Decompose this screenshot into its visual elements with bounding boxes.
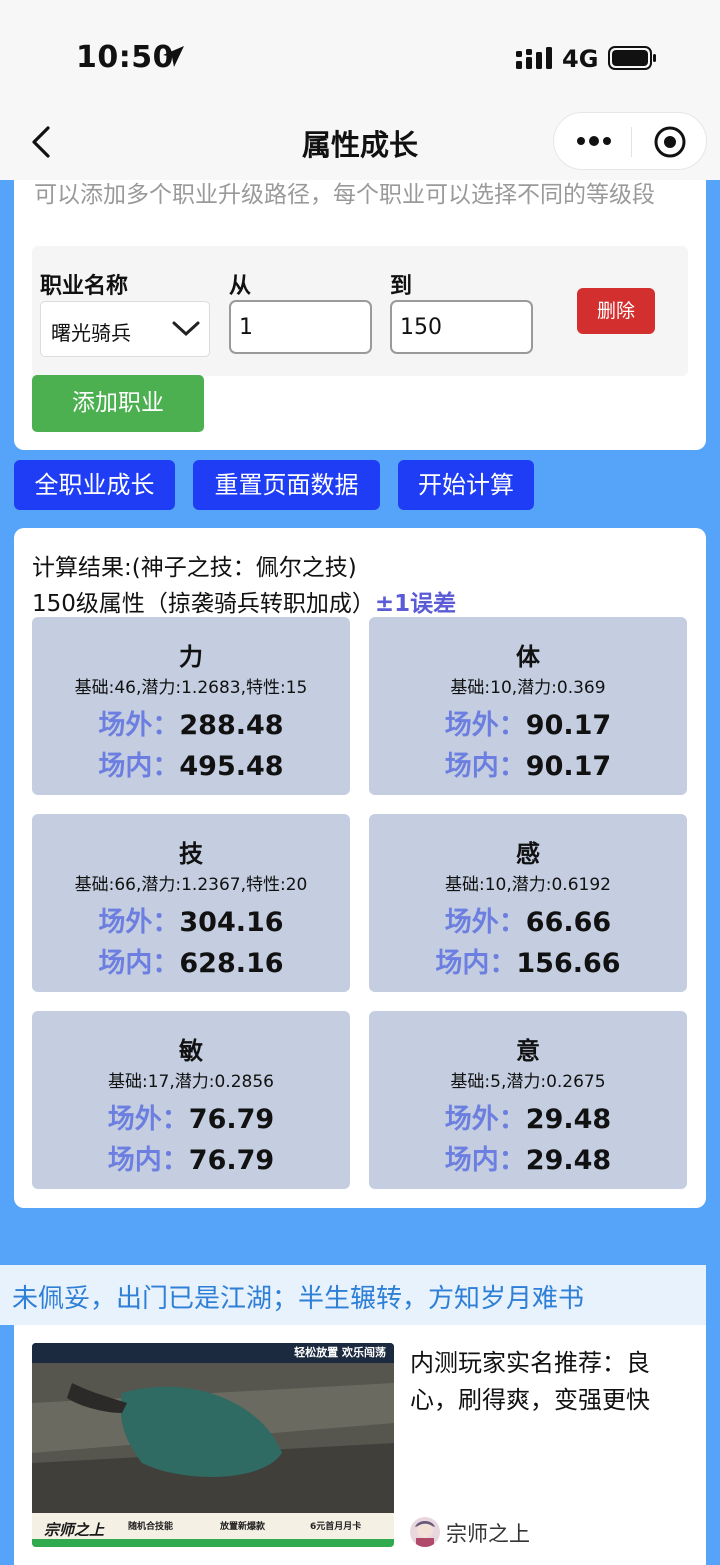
ad-source-name: 宗师之上 [446, 1522, 530, 1546]
stat-outside-row: 场外：66.66 [369, 900, 687, 939]
inside-value: 76.79 [188, 1145, 275, 1176]
nav-bar: 属性成长 [0, 110, 720, 180]
stat-card: 技 基础:66,潜力:1.2367,特性:20 场外：304.16 场内：628… [32, 814, 350, 992]
outside-value: 90.17 [525, 710, 612, 741]
ad-banner-top-text: 轻松放置 欢乐闯荡 [294, 1346, 386, 1359]
job-select[interactable]: 曙光骑兵 [40, 301, 210, 357]
to-level-input[interactable]: 150 [390, 300, 533, 354]
ad-image[interactable]: 轻松放置 欢乐闯荡 宗师之上 随机合技能 放置新爆款 6元首月月卡 [32, 1343, 394, 1547]
stat-inside-row: 场内：29.48 [369, 1138, 687, 1177]
stat-outside-row: 场外：76.79 [32, 1097, 350, 1136]
to-label: 到 [390, 274, 413, 299]
ad-banner-logo: 宗师之上 [44, 1521, 105, 1539]
ad-badge: 随机合技能 [128, 1522, 174, 1532]
result-level-text: 150级属性（掠袭骑兵转职加成） [32, 591, 375, 617]
outside-value: 29.48 [525, 1104, 612, 1135]
inside-label: 场内： [98, 751, 180, 782]
marquee-banner: 未佩妥，出门已是江湖；半生辗转，方知岁月难书 [0, 1265, 706, 1325]
network-type: 4G [562, 45, 599, 73]
inside-label: 场内： [444, 751, 526, 782]
outside-label: 场外： [98, 907, 180, 938]
stat-name: 意 [516, 1037, 540, 1065]
stat-card: 感 基础:10,潜力:0.6192 场外：66.66 场内：156.66 [369, 814, 687, 992]
stat-outside-row: 场外：90.17 [369, 703, 687, 742]
result-card: 计算结果:(神子之技：佩尔之技) 150级属性（掠袭骑兵转职加成）±1误差 力 … [14, 528, 706, 1208]
job-row: 职业名称 从 到 曙光骑兵 1 150 删除 [32, 246, 688, 376]
stat-card: 力 基础:46,潜力:1.2683,特性:15 场外：288.48 场内：495… [32, 617, 350, 795]
mini-program-capsule [553, 112, 707, 170]
stat-base: 基础:5,潜力:0.2675 [450, 1072, 606, 1092]
stat-inside-row: 场内：156.66 [369, 941, 687, 980]
stat-inside-row: 场内：628.16 [32, 941, 350, 980]
inside-label: 场内： [444, 1145, 526, 1176]
stat-name: 敏 [179, 1037, 203, 1065]
outside-label: 场外： [107, 1104, 189, 1135]
stat-outside-row: 场外：29.48 [369, 1097, 687, 1136]
stat-outside-row: 场外：288.48 [32, 703, 350, 742]
target-icon[interactable] [653, 125, 687, 159]
config-card: 可以添加多个职业升级路径，每个职业可以选择不同的等级段 职业名称 从 到 曙光骑… [14, 180, 706, 450]
inside-value: 29.48 [525, 1145, 612, 1176]
reset-button[interactable]: 重置页面数据 [193, 460, 380, 510]
status-bar: 10:50 4G [0, 0, 720, 110]
signal-icon [516, 47, 552, 69]
outside-value: 288.48 [179, 710, 284, 741]
inside-value: 495.48 [179, 751, 284, 782]
inside-value: 628.16 [179, 948, 284, 979]
more-dots-icon[interactable] [576, 133, 612, 149]
location-arrow-icon [163, 46, 184, 67]
stat-base: 基础:10,潜力:0.6192 [445, 875, 611, 895]
outside-label: 场外： [98, 710, 180, 741]
marquee-text: 未佩妥，出门已是江湖；半生辗转，方知岁月难书 [12, 1284, 585, 1314]
stat-inside-row: 场内：90.17 [369, 744, 687, 783]
calculate-button[interactable]: 开始计算 [398, 460, 534, 510]
ad-badge: 6元首月月卡 [310, 1522, 362, 1532]
inside-label: 场内： [435, 948, 517, 979]
chevron-down-icon [172, 321, 200, 337]
config-hint: 可以添加多个职业升级路径，每个职业可以选择不同的等级段 [34, 182, 655, 208]
error-note: ±1误差 [374, 591, 457, 617]
ad-title[interactable]: 内测玩家实名推荐：良心，刷得爽，变强更快 [410, 1345, 696, 1419]
stat-base: 基础:17,潜力:0.2856 [108, 1072, 274, 1092]
from-level-input[interactable]: 1 [229, 300, 372, 354]
stat-card: 敏 基础:17,潜力:0.2856 场外：76.79 场内：76.79 [32, 1011, 350, 1189]
from-label: 从 [229, 274, 252, 299]
stat-base: 基础:10,潜力:0.369 [450, 678, 606, 698]
outside-label: 场外： [444, 907, 526, 938]
outside-label: 场外： [444, 710, 526, 741]
ad-badge: 放置新爆款 [220, 1522, 266, 1532]
stat-base: 基础:46,潜力:1.2683,特性:15 [74, 678, 308, 698]
outside-value: 304.16 [179, 907, 284, 938]
inside-value: 156.66 [516, 948, 621, 979]
stat-outside-row: 场外：304.16 [32, 900, 350, 939]
result-subtitle: 150级属性（掠袭骑兵转职加成）±1误差 [32, 584, 456, 618]
outside-label: 场外： [444, 1104, 526, 1135]
delete-job-button[interactable]: 删除 [577, 288, 655, 334]
result-title: 计算结果:(神子之技：佩尔之技) [32, 555, 357, 581]
stat-name: 感 [516, 840, 540, 868]
job-name-label: 职业名称 [40, 274, 129, 299]
outside-value: 66.66 [525, 907, 612, 938]
ad-card[interactable]: 轻松放置 欢乐闯荡 宗师之上 随机合技能 放置新爆款 6元首月月卡 内测玩家实名… [14, 1325, 706, 1565]
battery-icon [608, 46, 656, 70]
all-growth-button[interactable]: 全职业成长 [14, 460, 175, 510]
stat-name: 技 [179, 840, 203, 868]
stat-card: 体 基础:10,潜力:0.369 场外：90.17 场内：90.17 [369, 617, 687, 795]
stat-inside-row: 场内：76.79 [32, 1138, 350, 1177]
capsule-divider [631, 127, 632, 157]
job-select-value: 曙光骑兵 [51, 321, 131, 345]
ad-scene-illustration [32, 1343, 394, 1547]
inside-label: 场内： [98, 948, 180, 979]
inside-value: 90.17 [525, 751, 612, 782]
stat-name: 体 [516, 643, 540, 671]
stat-inside-row: 场内：495.48 [32, 744, 350, 783]
stat-name: 力 [179, 643, 203, 671]
outside-value: 76.79 [188, 1104, 275, 1135]
stat-base: 基础:66,潜力:1.2367,特性:20 [74, 875, 308, 895]
add-job-button[interactable]: 添加职业 [32, 375, 204, 432]
stat-card: 意 基础:5,潜力:0.2675 场外：29.48 场内：29.48 [369, 1011, 687, 1189]
inside-label: 场内： [107, 1145, 189, 1176]
ad-source-avatar [410, 1517, 440, 1547]
